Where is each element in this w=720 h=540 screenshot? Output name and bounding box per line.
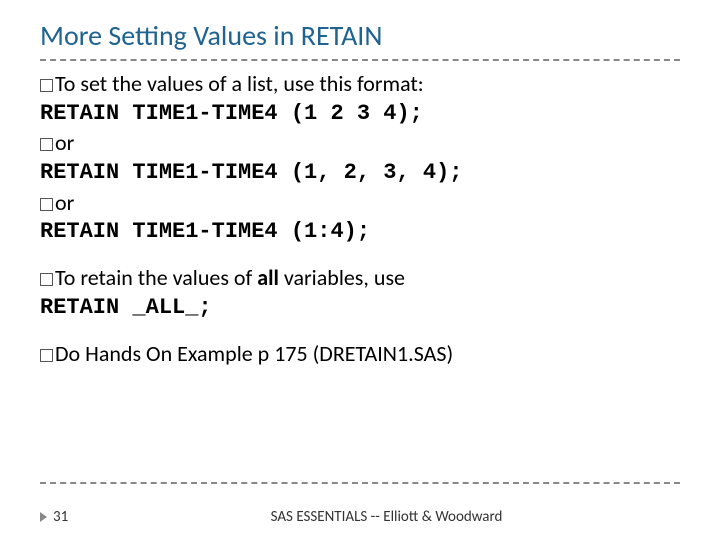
bullet-line-hands-on: Do Hands On Example p 175 (DRETAIN1.SAS): [40, 339, 680, 369]
code-line-2: RETAIN TIME1-TIME4 (1, 2, 3, 4);: [40, 158, 680, 188]
text: or: [55, 129, 74, 156]
text: Do Hands On Example p 175 (DRETAIN1.SAS): [55, 340, 453, 367]
slide-title: More Setting Values in RETAIN: [40, 18, 680, 53]
bullet-square-icon: [40, 79, 53, 92]
text: To set the values of a list, use this fo…: [55, 70, 424, 97]
bullet-square-icon: [40, 273, 53, 286]
code-line-4: RETAIN _ALL_;: [40, 293, 680, 323]
text: or: [55, 189, 74, 216]
page-number: 31: [53, 508, 93, 526]
footer-text: SAS ESSENTIALS -- Elliott & Woodward: [93, 508, 680, 526]
slide-body: To set the values of a list, use this fo…: [40, 69, 680, 368]
bullet-square-icon: [40, 349, 53, 362]
slide-footer: 31 SAS ESSENTIALS -- Elliott & Woodward: [40, 508, 680, 526]
code-line-3: RETAIN TIME1-TIME4 (1:4);: [40, 217, 680, 247]
text: variables, use: [279, 264, 405, 291]
bullet-line-retain-all: To retain the values of all variables, u…: [40, 263, 680, 293]
text-bold: all: [257, 264, 279, 291]
footer-divider: [40, 482, 680, 484]
bullet-square-icon: [40, 138, 53, 151]
bullet-square-icon: [40, 198, 53, 211]
code-line-1: RETAIN TIME1-TIME4 (1 2 3 4);: [40, 99, 680, 129]
slide: More Setting Values in RETAIN To set the…: [0, 0, 720, 540]
bullet-line-1: To set the values of a list, use this fo…: [40, 69, 680, 99]
arrow-right-icon: [40, 512, 47, 522]
title-divider: [40, 59, 680, 61]
bullet-line-or-2: or: [40, 188, 680, 218]
text: To retain the values of: [55, 264, 257, 291]
paragraph-spacer: [40, 323, 680, 339]
paragraph-spacer: [40, 247, 680, 263]
bullet-line-or-1: or: [40, 128, 680, 158]
